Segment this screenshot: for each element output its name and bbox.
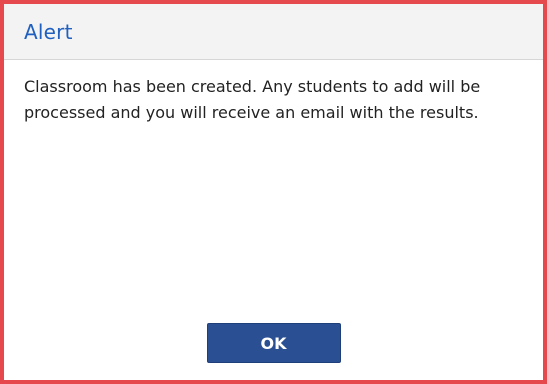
alert-dialog: Alert Classroom has been created. Any st…	[0, 0, 547, 384]
dialog-body: Classroom has been created. Any students…	[4, 60, 543, 126]
dialog-footer: OK	[4, 323, 543, 363]
dialog-titlebar: Alert	[4, 4, 543, 60]
dialog-message: Classroom has been created. Any students…	[24, 77, 481, 122]
dialog-title: Alert	[24, 19, 73, 44]
ok-button[interactable]: OK	[206, 323, 341, 363]
